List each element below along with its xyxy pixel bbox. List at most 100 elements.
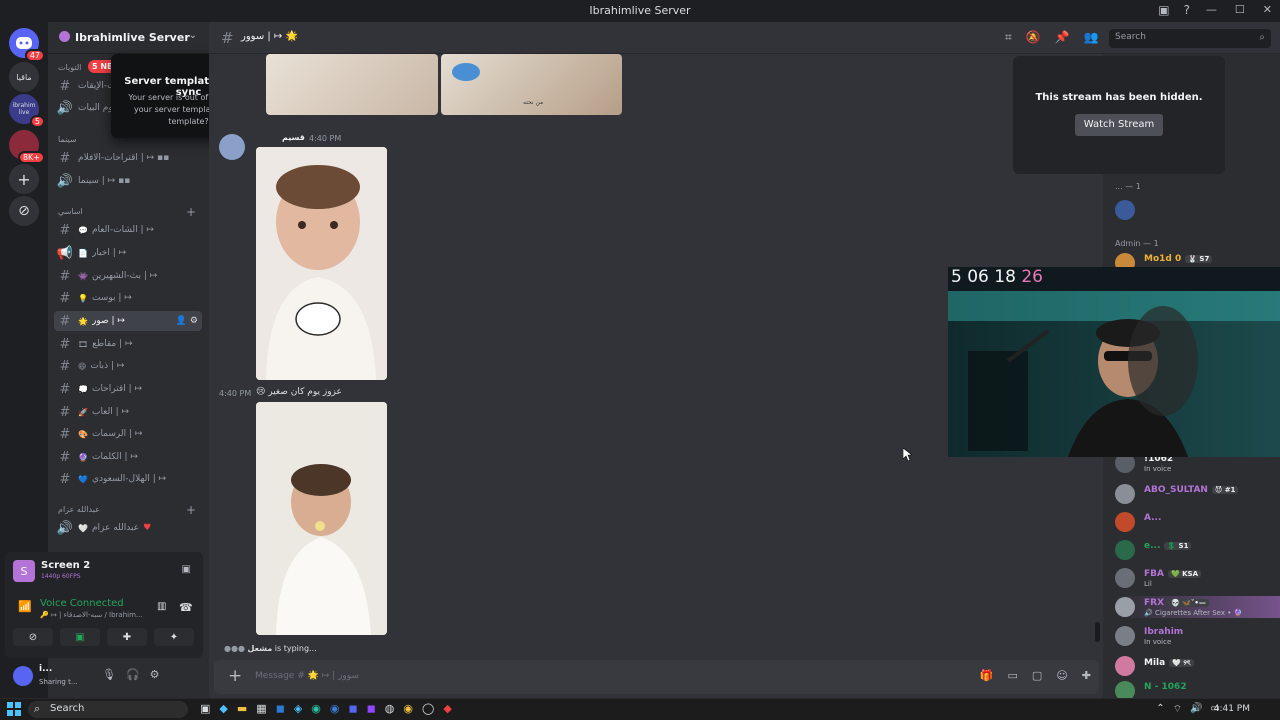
chrome-icon[interactable]: ◉ (403, 702, 413, 715)
voice-status[interactable]: Voice Connected (40, 598, 124, 609)
disconnect-icon[interactable]: ☎ (179, 601, 193, 614)
member-item[interactable]: Ibrahim In voice (1115, 625, 1280, 647)
message-author[interactable]: قسيم (282, 133, 305, 142)
browser-icon[interactable]: ◉ (330, 702, 340, 715)
category-label[interactable]: التوبات (58, 63, 81, 72)
category-label[interactable]: عبدالله عزام + (58, 503, 196, 517)
channel-item[interactable]: 🔊 سينما | ↦ ▪▪ (54, 171, 202, 191)
wifi-icon[interactable]: ⌔ (1173, 703, 1182, 716)
invite-icon[interactable]: 👤 (176, 316, 187, 326)
taskbar-clock[interactable]: 4:41 PM (1214, 704, 1250, 714)
volume-icon[interactable]: 🔊 (1190, 703, 1202, 716)
chevron-down-icon[interactable]: ⌄ (189, 30, 197, 41)
obs-icon[interactable]: ◍ (385, 702, 395, 715)
server-header[interactable]: Ibrahimlive Server ⌄ (48, 22, 209, 54)
twitch-icon[interactable]: ◼ (367, 702, 376, 715)
mute-icon[interactable]: 🔕 (1026, 30, 1041, 45)
discover-icon[interactable]: ⊘ (9, 196, 39, 226)
member-item[interactable]: ABO_SULTAN 😈 #1 (1115, 483, 1280, 505)
username[interactable]: i... (39, 664, 52, 674)
gift-icon[interactable]: 🎁 (980, 669, 994, 682)
channel-item[interactable]: # 👾 بث-الشهيرين | ↦ (54, 266, 202, 286)
watch-stream-button[interactable]: Watch Stream (1075, 114, 1163, 136)
server-icon-mafia[interactable]: ماقيا (9, 62, 39, 92)
channel-item[interactable]: # 💡 بوست | ↦ (54, 288, 202, 308)
maximize-button[interactable]: ☐ (1235, 3, 1245, 16)
headphones-icon[interactable]: 🎧 (126, 668, 140, 681)
image-attachment[interactable] (256, 402, 387, 635)
channel-item-active[interactable]: # 🌟 صور | ↦ 👤 ⚙ (54, 311, 202, 331)
channel-item[interactable]: 📢 📄 اخبار | ↦ (54, 243, 202, 263)
store-icon[interactable]: ◈ (294, 702, 302, 715)
search-input[interactable]: Search ⌕ (1109, 29, 1271, 48)
help-icon[interactable]: ? (1184, 3, 1190, 17)
chevron-up-icon[interactable]: ⌃ (1156, 703, 1164, 716)
image-attachment[interactable] (256, 147, 387, 380)
scrollbar[interactable] (1095, 622, 1100, 642)
camera-off-button[interactable]: ⊘ (13, 628, 53, 646)
member-item[interactable]: FRX 💀 🦋ˇ•— 🔊 Cigarettes After Sex • 🔮 (1115, 596, 1280, 618)
edge-icon[interactable]: ◉ (311, 702, 321, 715)
channel-item[interactable]: # 😄 ذبات | ↦ (54, 356, 202, 376)
upload-icon[interactable]: + (228, 666, 242, 686)
member-item[interactable]: e... 💲 S1 (1115, 539, 1280, 561)
category-label[interactable]: اساسي + (58, 205, 196, 219)
pin-map-icon[interactable]: ◆ (443, 702, 451, 715)
channel-item[interactable]: # 🎞 مقاطع | ↦ (54, 334, 202, 354)
add-server-button[interactable]: + (9, 164, 39, 194)
signal-icon[interactable]: 📶 (18, 600, 32, 613)
screen-share-button[interactable]: ▣ (60, 628, 100, 646)
calculator-icon[interactable]: ▦ (256, 702, 266, 715)
file-explorer-icon[interactable]: ▬ (237, 702, 247, 715)
soundboard-button[interactable]: ✦ (154, 628, 194, 646)
avatar[interactable] (219, 134, 245, 160)
taskbar-search[interactable]: ⌕ Search (28, 701, 188, 718)
stop-stream-icon[interactable]: ▣ (182, 564, 191, 575)
server-icon-group[interactable]: 8K+ (9, 130, 45, 164)
threads-icon[interactable]: ⌗ (1005, 30, 1012, 45)
inbox-icon[interactable]: ▣ (1158, 3, 1169, 17)
member-item[interactable]: FBA 💚 KSA Lil (1115, 567, 1280, 589)
image-attachment[interactable]: من نحته (441, 54, 622, 115)
gear-icon[interactable]: ⚙ (190, 316, 198, 326)
category-label[interactable]: سينما (58, 135, 77, 144)
close-window-button[interactable]: ✕ (1263, 3, 1272, 16)
sticker-icon[interactable]: ▢ (1032, 669, 1042, 682)
member-item[interactable] (1115, 199, 1280, 221)
noise-suppression-icon[interactable]: ▥ (157, 601, 166, 612)
channel-item[interactable]: # 🎨 الرسمات | ↦ (54, 424, 202, 444)
voice-location[interactable]: 🔑 ↦ | سبه-الاصدقاء / Ibrahim... (40, 611, 143, 619)
image-attachment[interactable] (266, 54, 438, 115)
server-icon-ibrahimlive[interactable]: ibrahim live 5 (9, 94, 45, 128)
channel-item[interactable]: # 🔮 الكلمات | ↦ (54, 447, 202, 467)
task-view-icon[interactable]: ▣ (200, 702, 210, 715)
channel-item[interactable]: # 🚀 العاب | ↦ (54, 402, 202, 422)
apps-icon[interactable]: ✚ (1082, 669, 1091, 682)
home-button[interactable]: 47 (9, 28, 45, 62)
channel-item[interactable]: # 💭 اقتراحات | ↦ (54, 379, 202, 399)
channel-item[interactable]: # اقتراحات-الافلام | ↦ ▪▪ (54, 148, 202, 168)
message-input[interactable]: Message # 🌟 ↦ | سوور (255, 671, 359, 681)
avatar[interactable] (13, 666, 33, 686)
activities-button[interactable]: ✚ (107, 628, 147, 646)
member-item[interactable]: A... (1115, 511, 1280, 533)
channel-item[interactable]: # 💬 الشات-العام | ↦ (54, 220, 202, 240)
create-channel-icon[interactable]: + (186, 205, 196, 219)
windows-start-icon[interactable] (7, 702, 21, 716)
pin-icon[interactable]: 📌 (1055, 30, 1070, 45)
channel-item[interactable]: 🔊 🤍 عبدالله عزام ♥ (54, 518, 202, 538)
gear-icon[interactable]: ⚙ (150, 668, 160, 681)
member-item[interactable]: Mila 🤍 ୨ৎ (1115, 655, 1280, 677)
github-icon[interactable]: ◯ (422, 702, 434, 715)
microphone-icon[interactable]: 🎙 (102, 668, 116, 681)
emoji-icon[interactable]: ☺ (1056, 669, 1067, 682)
create-channel-icon[interactable]: + (186, 503, 196, 517)
gif-icon[interactable]: ▭ (1008, 669, 1018, 682)
channel-item[interactable]: # 💙 الهلال-السعودي | ↦ (54, 469, 202, 489)
message-composer[interactable]: + Message # 🌟 ↦ | سوور 🎁 ▭ ▢ ☺ ✚ (214, 660, 1099, 694)
outlook-icon[interactable]: ◼ (276, 702, 285, 715)
discord-taskbar-icon[interactable]: ◼ (349, 702, 358, 715)
copilot-icon[interactable]: ◆ (219, 702, 227, 715)
member-list-icon[interactable]: 👥 (1084, 30, 1099, 45)
minimize-button[interactable]: — (1206, 3, 1217, 16)
